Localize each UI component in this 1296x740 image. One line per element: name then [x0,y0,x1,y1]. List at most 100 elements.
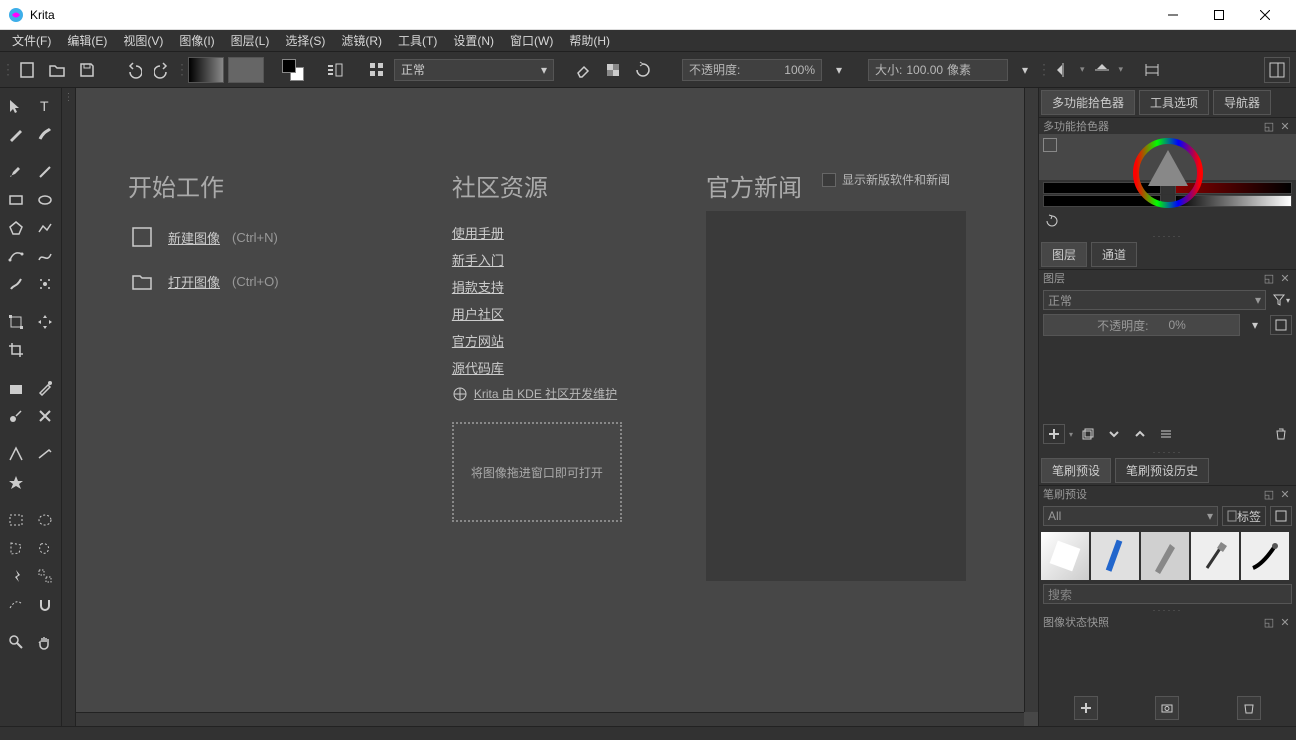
bezier-select-tool-icon[interactable] [2,592,29,616]
close-panel-icon[interactable]: ✕ [1278,271,1292,285]
res-link-manual[interactable]: 使用手册 [452,223,626,242]
dyna-tool-icon[interactable] [2,272,29,296]
ellipse-tool-icon[interactable] [31,188,58,212]
menu-edit[interactable]: 编辑(E) [59,30,115,51]
brush-view-icon[interactable] [1270,506,1292,526]
brush-preset-icon[interactable] [364,57,390,83]
tab-brush-presets[interactable]: 笔刷预设 [1041,458,1111,483]
similar-select-tool-icon[interactable] [31,564,58,588]
open-image-link[interactable]: 打开图像 (Ctrl+O) [128,267,372,295]
pattern-edit-tool-icon[interactable] [31,404,58,428]
layer-down-icon[interactable] [1103,424,1125,444]
res-link-website[interactable]: 官方网站 [452,331,626,350]
brush-tag-button[interactable]: 标签 [1222,506,1266,526]
magnetic-select-tool-icon[interactable] [31,592,58,616]
menu-select[interactable]: 选择(S) [277,30,333,51]
ellipse-select-tool-icon[interactable] [31,508,58,532]
menu-image[interactable]: 图像(I) [171,30,222,51]
zoom-tool-icon[interactable] [2,630,29,654]
add-layer-icon[interactable] [1043,424,1065,444]
layer-props-icon[interactable] [1270,315,1292,335]
calligraphy-tool-icon[interactable] [31,122,58,146]
panel-resize-handle[interactable]: ······ [1039,606,1296,614]
layer-opacity-slider[interactable]: 不透明度: 0% [1043,314,1240,336]
snapshot-delete-icon[interactable] [1237,696,1261,720]
brush-preset-item[interactable] [1241,532,1289,580]
tab-color-selector[interactable]: 多功能拾色器 [1041,90,1135,115]
fg-bg-colors[interactable] [280,57,306,83]
fill-tool-icon[interactable] [2,376,29,400]
panel-resize-handle[interactable]: ······ [1039,448,1296,456]
pattern-swatch[interactable] [228,57,264,83]
minimize-button[interactable] [1150,0,1196,30]
shape-edit-tool-icon[interactable] [2,122,29,146]
measure-tool-icon[interactable] [31,442,58,466]
menu-layer[interactable]: 图层(L) [223,30,278,51]
brush-preset-item[interactable] [1141,532,1189,580]
opacity-dropdown-icon[interactable]: ▾ [826,57,852,83]
eraser-icon[interactable] [570,57,596,83]
tab-layers[interactable]: 图层 [1041,242,1087,267]
blend-mode-select[interactable]: 正常▾ [394,59,554,81]
grip-icon[interactable] [180,52,184,88]
lasso-select-tool-icon[interactable] [31,536,58,560]
tab-tool-options[interactable]: 工具选项 [1139,90,1209,115]
color-picker-tool-icon[interactable] [31,376,58,400]
delete-layer-icon[interactable] [1270,424,1292,444]
tab-channels[interactable]: 通道 [1091,242,1137,267]
close-panel-icon[interactable]: ✕ [1278,119,1292,133]
news-checkbox[interactable] [822,173,836,187]
brush-search-input[interactable]: 搜索 [1043,584,1292,604]
rect-select-tool-icon[interactable] [2,508,29,532]
brush-preset-item[interactable] [1191,532,1239,580]
snapshot-add-icon[interactable] [1074,696,1098,720]
menu-settings[interactable]: 设置(N) [445,30,502,51]
layer-filter-icon[interactable]: ▾ [1270,290,1292,310]
horizontal-scrollbar[interactable] [76,712,1024,726]
bezier-tool-icon[interactable] [2,244,29,268]
pan-tool-icon[interactable] [31,630,58,654]
menu-tools[interactable]: 工具(T) [390,30,445,51]
brush-preset-item[interactable] [1091,532,1139,580]
line-tool-icon[interactable] [31,160,58,184]
brush-tool-icon[interactable] [2,160,29,184]
float-panel-icon[interactable]: ◱ [1262,487,1276,501]
res-link-community[interactable]: 用户社区 [452,304,626,323]
snapshot-camera-icon[interactable] [1155,696,1179,720]
layer-opacity-dropdown-icon[interactable]: ▾ [1244,315,1266,335]
color-selector[interactable] [1039,134,1296,180]
text-tool-icon[interactable]: T [31,94,58,118]
alpha-lock-icon[interactable] [600,57,626,83]
menu-help[interactable]: 帮助(H) [561,30,618,51]
move-tool-icon[interactable] [2,94,29,118]
wrap-around-icon[interactable] [1139,57,1165,83]
grip-icon[interactable] [1042,52,1046,88]
color-mode-icon[interactable] [1043,138,1057,152]
res-link-source[interactable]: 源代码库 [452,358,626,377]
menu-view[interactable]: 视图(V) [115,30,171,51]
refresh-color-icon[interactable] [1043,212,1061,230]
freehand-path-tool-icon[interactable] [31,244,58,268]
multibrush-tool-icon[interactable] [31,272,58,296]
size-dropdown-icon[interactable]: ▾ [1012,57,1038,83]
new-image-link[interactable]: 新建图像 (Ctrl+N) [128,223,372,251]
polyline-tool-icon[interactable] [31,216,58,240]
menu-window[interactable]: 窗口(W) [502,30,561,51]
drop-zone[interactable]: 将图像拖进窗口即可打开 [452,422,622,522]
transform-tool-icon[interactable] [2,310,29,334]
snapshot-list[interactable] [1039,630,1296,690]
polygon-tool-icon[interactable] [2,216,29,240]
undo-icon[interactable] [120,57,146,83]
brush-settings-icon[interactable] [322,57,348,83]
redo-icon[interactable] [150,57,176,83]
kde-credit-text[interactable]: Krita 由 KDE 社区开发维护 [474,385,617,402]
move-layer-tool-icon[interactable] [31,310,58,334]
mirror-v-icon[interactable] [1089,57,1115,83]
brush-preset-item[interactable] [1041,532,1089,580]
reload-brush-icon[interactable] [630,57,656,83]
layer-blend-select[interactable]: 正常▾ [1043,290,1266,310]
float-panel-icon[interactable]: ◱ [1262,615,1276,629]
save-file-icon[interactable] [74,57,100,83]
open-file-icon[interactable] [44,57,70,83]
duplicate-layer-icon[interactable] [1077,424,1099,444]
